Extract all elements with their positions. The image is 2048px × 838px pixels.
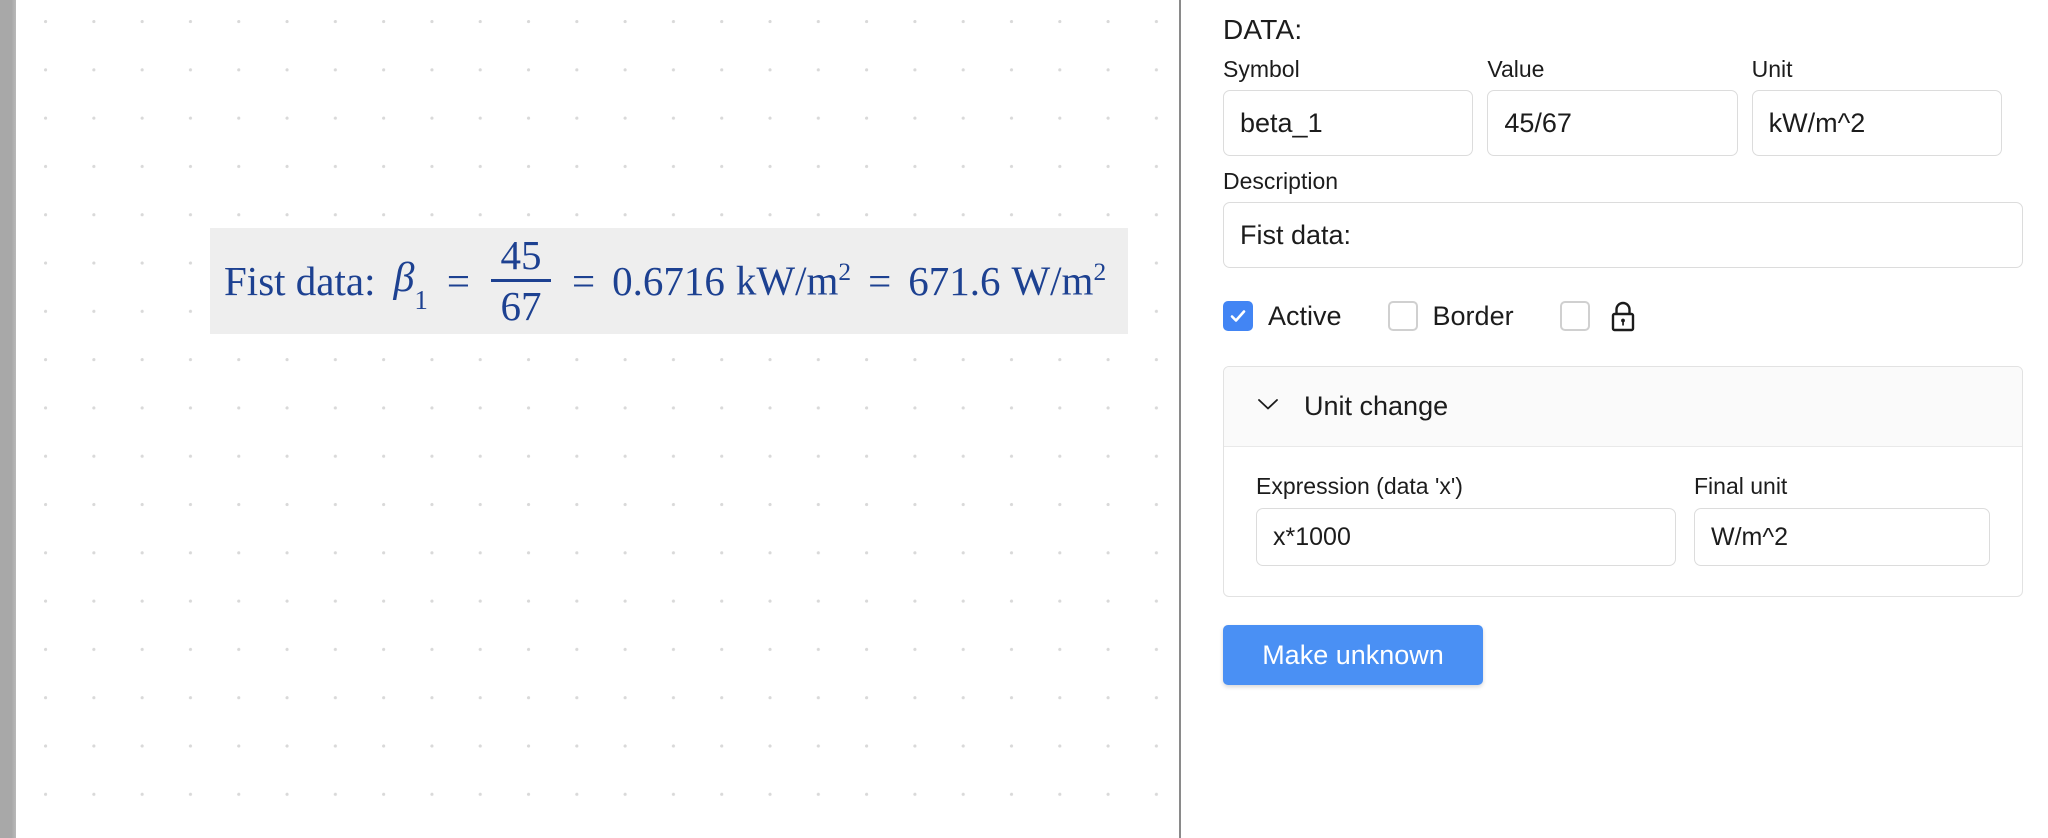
expression-field-group: Expression (data 'x') [1256,473,1676,566]
formula-card[interactable]: Fist data: β1 = 45 67 = 0.6716 kW/m2 = 6… [210,228,1128,334]
formula-numerator: 45 [500,232,542,279]
checkmark-icon [1230,310,1246,322]
formula-expression: Fist data: β1 = 45 67 = 0.6716 kW/m2 = 6… [224,234,1106,328]
formula-equals-3: = [868,257,892,304]
expression-label: Expression (data 'x') [1256,473,1463,499]
unit-change-accordion-body: Expression (data 'x') Final unit [1224,447,2022,596]
formula-description-label: Fist data: [224,257,376,304]
unit-change-accordion: Unit change Expression (data 'x') Final … [1223,366,2023,597]
panel-title: DATA: [1223,14,1303,45]
active-label: Active [1268,300,1342,331]
formula-equals-1: = [446,257,471,304]
active-checkbox[interactable] [1223,301,1253,331]
panel-divider [1179,0,1181,838]
symbol-value-unit-row: Symbol Value Unit [1223,56,2002,156]
description-field-group: Description [1223,168,2023,268]
formula-symbol-subscript: 1 [414,285,428,316]
formula-denominator: 67 [500,282,542,329]
expression-input[interactable] [1256,508,1676,566]
data-properties-panel: DATA: Symbol Value Unit Description [1181,0,2048,838]
app-root: Fist data: β1 = 45 67 = 0.6716 kW/m2 = 6… [0,0,2048,838]
formula-result-value: 0.6716 [612,257,725,304]
formula-converted-unit: W/m2 [1011,257,1107,304]
equation-canvas[interactable]: Fist data: β1 = 45 67 = 0.6716 kW/m2 = 6… [16,0,1179,838]
formula-result-unit-exponent: 2 [838,258,852,287]
final-unit-field-group: Final unit [1694,473,1990,566]
formula-fraction: 45 67 [491,232,552,329]
lock-checkbox[interactable] [1559,301,1590,331]
symbol-field-group: Symbol [1223,56,1474,156]
formula-result-unit: kW/m2 [735,257,852,304]
lock-icon [1608,300,1638,333]
symbol-label: Symbol [1223,56,1300,82]
value-field-group: Value [1487,56,1738,156]
unit-field-group: Unit [1751,56,2002,156]
value-input[interactable] [1487,90,1738,156]
unit-input[interactable] [1751,90,2002,156]
options-checkbox-row: Active Border [1223,296,2002,336]
final-unit-input[interactable] [1694,508,1990,566]
formula-equals-2: = [572,257,596,304]
description-label: Description [1223,168,1339,194]
final-unit-label: Final unit [1694,473,1788,499]
symbol-input[interactable] [1223,90,1474,156]
unit-label: Unit [1751,56,1793,82]
left-gutter-strip [0,0,16,838]
description-input[interactable] [1223,202,2023,268]
formula-symbol: β1 [393,254,428,316]
unit-change-title: Unit change [1304,391,1449,421]
formula-converted-unit-exponent: 2 [1093,258,1107,287]
formula-converted-value: 671.6 [908,257,1001,304]
chevron-down-icon [1256,396,1280,417]
border-label: Border [1432,300,1514,331]
make-unknown-button[interactable]: Make unknown [1223,625,1483,685]
border-checkbox[interactable] [1387,301,1418,331]
unit-change-accordion-header[interactable]: Unit change [1224,367,2022,447]
value-label: Value [1487,56,1545,82]
